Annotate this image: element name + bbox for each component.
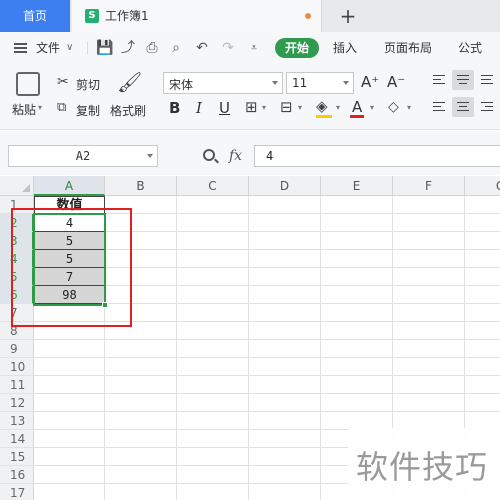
- document-title: 工作簿1: [105, 9, 149, 23]
- tab-home[interactable]: 首页: [0, 0, 70, 32]
- copy-icon[interactable]: ⧉: [57, 101, 66, 114]
- file-chevron-down-icon[interactable]: ∨: [66, 32, 73, 64]
- format-painter-label[interactable]: 格式刷: [110, 102, 146, 119]
- font-color-swatch: [350, 115, 364, 118]
- tab-formula[interactable]: 公式: [458, 32, 482, 64]
- export-icon[interactable]: ⤴: [120, 40, 136, 56]
- shrink-font-button[interactable]: A⁻: [387, 73, 405, 91]
- chevron-down-icon: [343, 81, 349, 85]
- bold-button[interactable]: B: [169, 99, 180, 117]
- align-top-button[interactable]: [428, 70, 450, 90]
- font-size-select[interactable]: 11: [286, 72, 354, 94]
- row-header-9[interactable]: 9: [0, 340, 34, 358]
- underline-button[interactable]: U: [219, 99, 230, 117]
- align-bottom-button[interactable]: [476, 70, 498, 90]
- grid-column-line: [176, 196, 177, 500]
- borders-icon[interactable]: ⊞: [245, 100, 258, 115]
- tab-insert[interactable]: 插入: [333, 32, 357, 64]
- chevron-down-icon: [272, 81, 278, 85]
- cut-label[interactable]: 剪切: [76, 76, 100, 93]
- save-icon[interactable]: 💾: [96, 40, 113, 56]
- row-header-11[interactable]: 11: [0, 376, 34, 394]
- clear-chevron-icon[interactable]: ▾: [407, 104, 411, 112]
- borders-chevron-icon[interactable]: ▾: [262, 104, 266, 112]
- align-right-button[interactable]: [476, 97, 498, 117]
- align-middle-button[interactable]: [452, 70, 474, 90]
- highlight-annotation: [11, 208, 132, 327]
- chevron-down-icon: [147, 154, 153, 158]
- column-header-f[interactable]: F: [393, 176, 465, 196]
- row-header-12[interactable]: 12: [0, 394, 34, 412]
- merge-chevron-icon[interactable]: ▾: [298, 104, 302, 112]
- zoom-icon[interactable]: [203, 149, 215, 161]
- format-painter-icon[interactable]: 🖌: [117, 72, 142, 92]
- grid-column-line: [248, 196, 249, 500]
- column-header-d[interactable]: D: [249, 176, 321, 196]
- customize-chevron-icon[interactable]: ⩡: [246, 40, 262, 56]
- unsaved-indicator: [305, 13, 311, 19]
- paste-label[interactable]: 粘贴: [12, 101, 36, 118]
- tab-document[interactable]: S 工作簿1: [72, 0, 322, 32]
- align-left-button[interactable]: [428, 97, 450, 117]
- align-center-button[interactable]: [452, 97, 474, 117]
- tab-start[interactable]: 开始: [275, 38, 319, 58]
- file-menu[interactable]: 文件: [36, 32, 60, 64]
- font-size-value: 11: [292, 76, 308, 90]
- row-header-14[interactable]: 14: [0, 430, 34, 448]
- cut-icon[interactable]: ✂: [57, 75, 69, 89]
- italic-button[interactable]: I: [196, 99, 202, 117]
- fill-color-icon[interactable]: ◈: [316, 99, 328, 114]
- paste-chevron-icon[interactable]: ▾: [38, 103, 42, 112]
- column-header-c[interactable]: C: [177, 176, 249, 196]
- font-name-select[interactable]: 宋体: [163, 72, 283, 94]
- redo-icon[interactable]: ↷: [220, 40, 236, 56]
- tab-page-layout[interactable]: 页面布局: [384, 32, 432, 64]
- toolbar-divider: [87, 42, 88, 54]
- column-header-e[interactable]: E: [321, 176, 393, 196]
- grid-column-line: [320, 196, 321, 500]
- fill-color-swatch: [316, 115, 332, 118]
- column-header-b[interactable]: B: [105, 176, 177, 196]
- column-header-g[interactable]: G: [465, 176, 500, 196]
- grow-font-button[interactable]: A⁺: [361, 73, 379, 91]
- row-header-10[interactable]: 10: [0, 358, 34, 376]
- print-preview-icon[interactable]: ⌕: [168, 40, 184, 56]
- watermark-text: 软件技巧: [356, 448, 489, 486]
- function-icon[interactable]: fx: [229, 148, 242, 164]
- spreadsheet-logo-icon: S: [85, 9, 99, 23]
- menu-bar: 文件 ∨ 💾 ⤴ ⎙ ⌕ ↶ ↷ ⩡ 插入 页面布局 公式: [0, 32, 500, 64]
- hamburger-icon[interactable]: [14, 43, 27, 53]
- row-header-15[interactable]: 15: [0, 448, 34, 466]
- watermark: 软件技巧: [348, 428, 500, 500]
- row-header-16[interactable]: 16: [0, 466, 34, 484]
- print-icon[interactable]: ⎙: [144, 40, 160, 56]
- tab-bar: 首页 S 工作簿1 +: [0, 0, 500, 32]
- merge-cells-icon[interactable]: ⊟: [280, 100, 293, 115]
- name-box-value: A2: [75, 149, 91, 163]
- paste-icon[interactable]: [16, 72, 40, 96]
- name-box[interactable]: A2: [8, 145, 158, 167]
- font-name-value: 宋体: [169, 78, 194, 92]
- new-tab-button[interactable]: +: [336, 3, 360, 29]
- column-header-a[interactable]: A: [34, 176, 105, 196]
- clear-format-icon[interactable]: ◇: [388, 100, 399, 114]
- fill-color-chevron-icon[interactable]: ▾: [336, 104, 340, 112]
- select-all-corner[interactable]: [0, 176, 34, 196]
- row-header-13[interactable]: 13: [0, 412, 34, 430]
- copy-label[interactable]: 复制: [76, 102, 100, 119]
- font-color-chevron-icon[interactable]: ▾: [370, 104, 374, 112]
- row-header-17[interactable]: 17: [0, 484, 34, 500]
- undo-icon[interactable]: ↶: [194, 40, 210, 56]
- formula-input[interactable]: 4: [254, 145, 500, 167]
- font-color-button[interactable]: A: [352, 98, 362, 116]
